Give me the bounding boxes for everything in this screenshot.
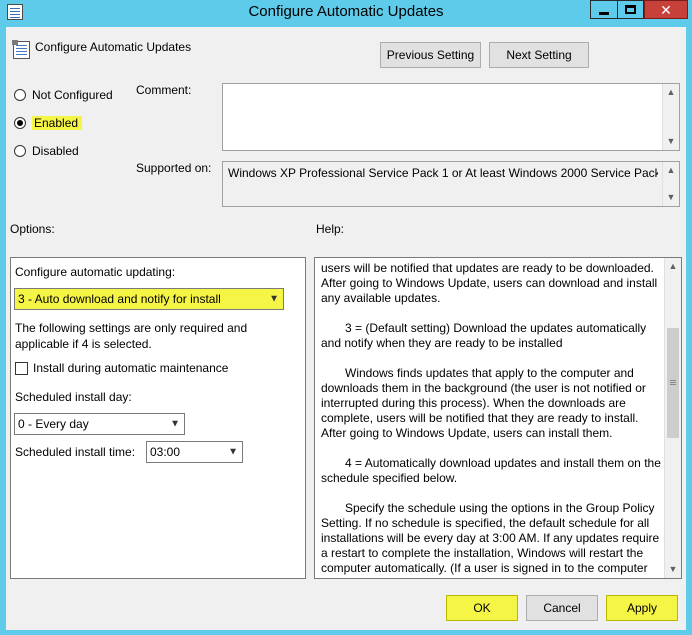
close-button[interactable]: ✕ (644, 0, 688, 19)
install-time-value: 03:00 (150, 445, 181, 459)
radio-enabled[interactable]: Enabled (14, 113, 83, 133)
chevron-down-icon: ▼ (228, 446, 238, 458)
configure-updating-dropdown[interactable]: 3 - Auto download and notify for install… (14, 288, 284, 310)
supported-on-field: Windows XP Professional Service Pack 1 o… (222, 161, 680, 207)
help-paragraph: 4 = Automatically download updates and i… (321, 456, 661, 485)
help-text: users will be notified that updates are … (321, 261, 663, 578)
grip-icon (670, 380, 676, 381)
comment-scrollbar[interactable]: ▲ ▼ (662, 84, 679, 150)
install-time-dropdown[interactable]: 03:00 ▼ (146, 441, 243, 463)
maintenance-label: Install during automatic maintenance (33, 361, 229, 375)
scroll-down-icon[interactable]: ▼ (665, 561, 681, 578)
dialog-window: Configure Automatic Updates ✕ Configure … (0, 0, 692, 635)
radio-label: Disabled (32, 144, 79, 158)
help-scrollbar[interactable]: ▲ ▼ (664, 258, 681, 578)
next-setting-button[interactable]: Next Setting (489, 42, 589, 68)
supported-on-value: Windows XP Professional Service Pack 1 o… (228, 166, 658, 180)
radio-circle[interactable] (14, 145, 26, 157)
maximize-button[interactable] (617, 0, 644, 19)
radio-circle[interactable] (14, 117, 26, 129)
close-icon: ✕ (660, 1, 672, 18)
help-paragraph: 3 = (Default setting) Download the updat… (321, 321, 647, 350)
cancel-button[interactable]: Cancel (526, 595, 598, 621)
setting-icon (12, 40, 30, 59)
title-bar[interactable]: Configure Automatic Updates ✕ (0, 0, 692, 27)
dialog-client: Configure Automatic Updates Previous Set… (6, 27, 686, 630)
maximize-icon (625, 5, 636, 14)
radio-disabled[interactable]: Disabled (14, 141, 79, 161)
install-day-label: Scheduled install day: (15, 390, 132, 404)
options-section-label: Options: (10, 222, 55, 236)
configure-updating-label: Configure automatic updating: (15, 265, 176, 279)
configure-updating-value: 3 - Auto download and notify for install (18, 292, 221, 306)
radio-label: Enabled (32, 116, 83, 130)
supported-scrollbar[interactable]: ▲ ▼ (662, 162, 679, 206)
window-title: Configure Automatic Updates (248, 3, 444, 20)
help-paragraph: Windows finds updates that apply to the … (321, 366, 646, 440)
help-section-label: Help: (316, 222, 345, 236)
maintenance-checkbox[interactable] (15, 362, 28, 375)
help-panel: users will be notified that updates are … (314, 257, 682, 579)
install-day-dropdown[interactable]: 0 - Every day ▼ (14, 413, 185, 435)
radio-label: Not Configured (32, 88, 113, 102)
schedule-note: The following settings are only required… (15, 321, 248, 351)
minimize-icon (599, 12, 609, 15)
scroll-up-icon[interactable]: ▲ (663, 84, 679, 101)
scroll-up-icon[interactable]: ▲ (663, 162, 679, 179)
install-time-label: Scheduled install time: (15, 445, 136, 459)
scroll-thumb[interactable] (667, 328, 679, 438)
previous-setting-button[interactable]: Previous Setting (380, 42, 481, 68)
chevron-down-icon: ▼ (269, 293, 279, 305)
ok-button[interactable]: OK (446, 595, 518, 621)
comment-textarea[interactable]: ▲ ▼ (222, 83, 680, 151)
radio-not-configured[interactable]: Not Configured (14, 85, 113, 105)
scroll-down-icon[interactable]: ▼ (663, 189, 679, 206)
install-day-value: 0 - Every day (18, 417, 89, 431)
scroll-down-icon[interactable]: ▼ (663, 133, 679, 150)
minimize-button[interactable] (590, 0, 617, 19)
apply-button[interactable]: Apply (606, 595, 678, 621)
help-paragraph: users will be notified that updates are … (321, 261, 658, 305)
options-panel: Configure automatic updating: 3 - Auto d… (10, 257, 306, 579)
setting-name: Configure Automatic Updates (35, 40, 192, 54)
chevron-down-icon: ▼ (170, 418, 180, 430)
radio-circle[interactable] (14, 89, 26, 101)
scroll-up-icon[interactable]: ▲ (665, 258, 681, 275)
supported-on-label: Supported on: (136, 161, 212, 175)
help-paragraph: Specify the schedule using the options i… (321, 501, 660, 575)
comment-label: Comment: (136, 83, 192, 97)
